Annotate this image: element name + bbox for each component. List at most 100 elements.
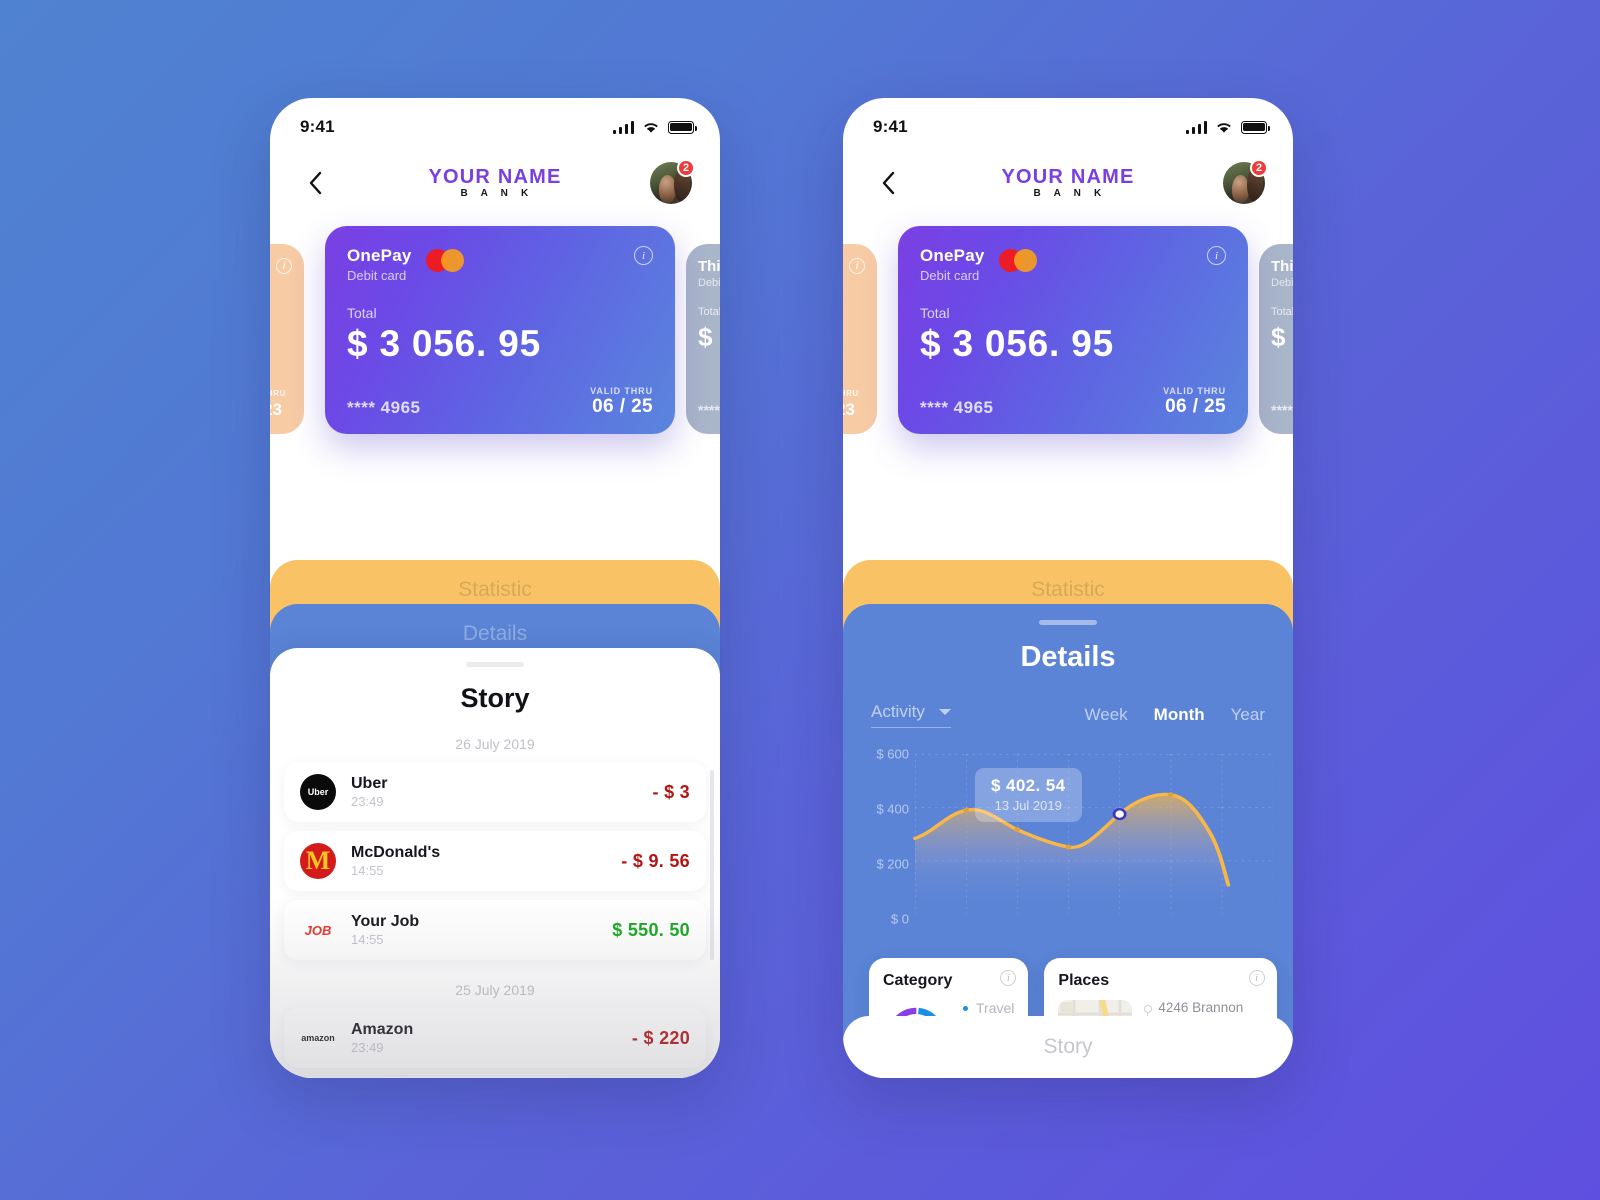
transaction-info: Uber 23:49 xyxy=(351,775,387,809)
tooltip-date: 13 Jul 2019 xyxy=(994,798,1062,813)
phone-left: 9:41 YOUR NAME B A N K 2 i VALID THRU 04… xyxy=(270,98,720,1078)
merchant-name: Uber xyxy=(351,775,388,792)
chart-plot-area xyxy=(913,754,1273,914)
side-card-total-label: Total xyxy=(1271,306,1293,318)
mastercard-icon xyxy=(998,249,1037,272)
card-next[interactable]: Think Debit c Total $ 3 **** 4 xyxy=(686,244,720,434)
merchant-name: Your Job xyxy=(351,913,420,930)
info-icon[interactable]: i xyxy=(634,246,653,265)
back-button[interactable] xyxy=(871,166,905,200)
transaction-time: 23:49 xyxy=(351,1040,384,1055)
battery-icon xyxy=(668,120,697,134)
transaction-time: 14:55 xyxy=(351,932,384,947)
wifi-icon xyxy=(1215,121,1233,134)
y-tick-400: $ 400 xyxy=(876,801,909,817)
transaction-row[interactable]: JOB Your Job 14:55 $ 550. 50 xyxy=(284,900,706,960)
avatar-button[interactable]: 2 xyxy=(650,159,695,204)
period-month[interactable]: Month xyxy=(1154,705,1205,725)
transaction-row[interactable]: amazon Amazon 23:49 - $ 220 xyxy=(284,1008,706,1068)
side-card-name: Think xyxy=(698,258,720,275)
transaction-row[interactable]: KFC KFC 14:55 - $ 4. 25 xyxy=(284,1077,706,1078)
places-title: Places xyxy=(1058,972,1110,989)
sheet-grabber[interactable] xyxy=(1039,620,1097,625)
battery-icon xyxy=(1241,120,1270,134)
transaction-time: 23:49 xyxy=(351,794,384,809)
transaction-time: 14:55 xyxy=(351,863,384,878)
app-header: YOUR NAME B A N K 2 xyxy=(270,146,720,220)
card-previous[interactable]: i VALID THRU 04 / 23 xyxy=(843,244,877,434)
card-top-row: OnePay Debit card i xyxy=(920,246,1226,283)
uber-logo-icon: Uber xyxy=(300,774,336,810)
y-tick-200: $ 200 xyxy=(876,856,909,872)
card-type: Debit card xyxy=(347,268,407,283)
job-logo-icon: JOB xyxy=(300,912,336,948)
scrollbar[interactable] xyxy=(710,770,714,960)
side-card-valid-label: VALID THRU xyxy=(270,389,286,398)
card-balance: $ 3 056. 95 xyxy=(347,323,541,364)
sheet-grabber[interactable] xyxy=(466,662,524,667)
activity-dropdown-label: Activity xyxy=(871,702,925,721)
tab-story[interactable]: Story xyxy=(843,1016,1293,1078)
card-valid-label: VALID THRU xyxy=(590,386,653,396)
transaction-amount: - $ 3 xyxy=(652,781,690,802)
side-card-type: Debit c xyxy=(698,277,720,289)
period-year[interactable]: Year xyxy=(1231,705,1265,725)
card-carousel[interactable]: i VALID THRU 04 / 23 Think Debit c Total… xyxy=(270,226,720,452)
card-carousel[interactable]: i VALID THRU 04 / 23 Think Debit c Total… xyxy=(843,226,1293,452)
card-number: **** 4965 xyxy=(920,398,994,417)
bank-card[interactable]: OnePay Debit card i Total $ 3 056. 95 **… xyxy=(325,226,675,434)
chart-filters: Activity Week Month Year xyxy=(843,702,1293,728)
side-card-amount: $ 3 xyxy=(1271,322,1293,352)
card-bottom-row: **** 4965 VALID THRU 06 / 25 xyxy=(347,386,653,418)
chart-tooltip: $ 402. 54 13 Jul 2019 xyxy=(975,768,1082,822)
card-balance: $ 3 056. 95 xyxy=(920,323,1114,364)
chart-svg xyxy=(913,754,1273,914)
card-valid-value: 06 / 25 xyxy=(592,396,653,417)
details-title: Details xyxy=(1020,641,1116,673)
transaction-list-group-1: Uber Uber 23:49 - $ 3 M McDonald's 14:55… xyxy=(270,762,720,960)
card-name: OnePay xyxy=(920,246,985,265)
transaction-amount: - $ 220 xyxy=(631,1027,690,1048)
date-separator: 25 July 2019 xyxy=(455,982,535,998)
status-time: 9:41 xyxy=(873,117,908,136)
info-icon[interactable]: i xyxy=(1248,970,1265,986)
period-selector: Week Month Year xyxy=(1085,705,1266,725)
tooltip-amount: $ 402. 54 xyxy=(991,776,1066,795)
chevron-down-icon xyxy=(938,709,951,715)
chart-point xyxy=(1014,827,1021,833)
card-identity: OnePay Debit card xyxy=(920,246,985,283)
transaction-amount: - $ 9. 56 xyxy=(621,850,690,871)
card-top-row: OnePay Debit card i xyxy=(347,246,653,283)
chart-y-axis: $ 600 $ 400 $ 200 $ 0 xyxy=(857,746,909,936)
app-header: YOUR NAME B A N K 2 xyxy=(843,146,1293,220)
tab-statistic-label: Statistic xyxy=(1031,578,1105,601)
transaction-row[interactable]: M McDonald's 14:55 - $ 9. 56 xyxy=(284,831,706,891)
activity-chart[interactable]: $ 600 $ 400 $ 200 $ 0 $ 402. 54 13 Jul 2… xyxy=(853,746,1277,936)
side-card-number: **** 4 xyxy=(698,402,720,418)
side-card-amount: $ 3 xyxy=(698,322,720,352)
status-time: 9:41 xyxy=(300,117,335,136)
y-tick-0: $ 0 xyxy=(890,911,909,927)
transaction-list-group-2: amazon Amazon 23:49 - $ 220 KFC KFC 14:5… xyxy=(270,1008,720,1078)
card-identity: OnePay Debit card xyxy=(347,246,412,283)
side-card-type: Debit c xyxy=(1271,277,1293,289)
card-number: **** 4965 xyxy=(347,398,421,417)
side-card-valid-value: 04 / 23 xyxy=(843,400,855,419)
card-total-label: Total xyxy=(347,305,377,321)
transaction-row[interactable]: Uber Uber 23:49 - $ 3 xyxy=(284,762,706,822)
back-button[interactable] xyxy=(298,166,332,200)
bank-card[interactable]: OnePay Debit card i Total $ 3 056. 95 **… xyxy=(898,226,1248,434)
wifi-icon xyxy=(642,121,660,134)
period-week[interactable]: Week xyxy=(1085,705,1128,725)
status-icons xyxy=(1185,120,1270,134)
activity-dropdown[interactable]: Activity xyxy=(871,702,951,728)
avatar-button[interactable]: 2 xyxy=(1223,159,1268,204)
card-valid-label: VALID THRU xyxy=(1163,386,1226,396)
card-bottom-row: **** 4965 VALID THRU 06 / 25 xyxy=(920,386,1226,418)
notification-badge: 2 xyxy=(1250,159,1268,177)
merchant-name: Amazon xyxy=(351,1021,414,1038)
info-icon[interactable]: i xyxy=(1207,246,1226,265)
card-previous[interactable]: i VALID THRU 04 / 23 xyxy=(270,244,304,434)
chart-selected-point xyxy=(1112,808,1127,821)
card-next[interactable]: Think Debit c Total $ 3 **** 4 xyxy=(1259,244,1293,434)
